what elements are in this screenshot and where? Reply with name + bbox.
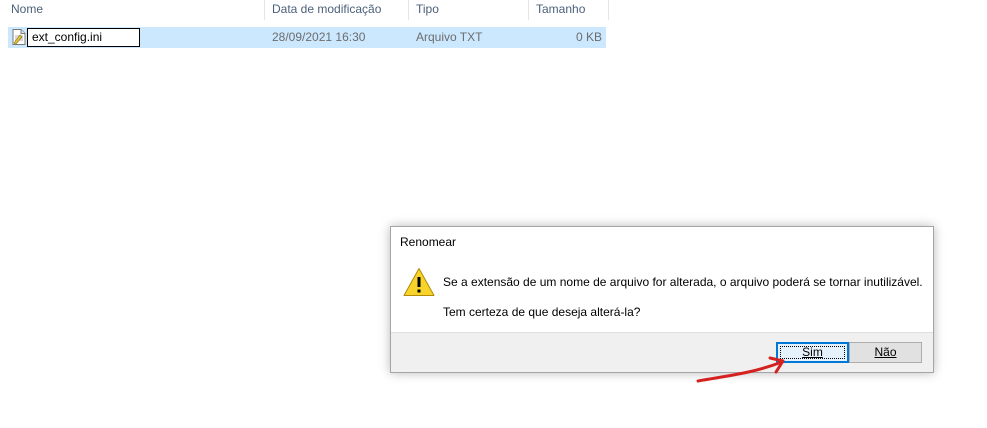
warning-icon	[403, 268, 435, 296]
column-date-modified[interactable]: Data de modificação	[265, 0, 409, 20]
file-size: 0 KB	[575, 30, 602, 44]
dialog-title: Renomear	[400, 235, 457, 249]
file-type: Arquivo TXT	[416, 30, 483, 44]
column-size[interactable]: Tamanho	[529, 0, 609, 20]
rename-input[interactable]: ext_config.ini	[27, 28, 140, 47]
no-button-label: Não	[874, 345, 897, 359]
column-name[interactable]: Nome	[0, 0, 265, 20]
column-header: Nome Data de modificação Tipo Tamanho	[0, 0, 610, 20]
dialog-message: Se a extensão de um nome de arquivo for …	[443, 275, 923, 289]
column-type[interactable]: Tipo	[409, 0, 529, 20]
file-row[interactable]: ext_config.ini 28/09/2021 16:30 Arquivo …	[8, 27, 606, 48]
text-file-icon	[12, 29, 26, 45]
rename-dialog: Renomear Se a extensão de um nome de arq…	[390, 226, 934, 373]
dialog-footer: Sim Não	[391, 332, 933, 372]
file-date: 28/09/2021 16:30	[272, 30, 366, 44]
dialog-question: Tem certeza de que deseja alterá-la?	[443, 305, 641, 319]
no-button[interactable]: Não	[849, 342, 922, 363]
red-arrow-annotation	[696, 356, 785, 383]
